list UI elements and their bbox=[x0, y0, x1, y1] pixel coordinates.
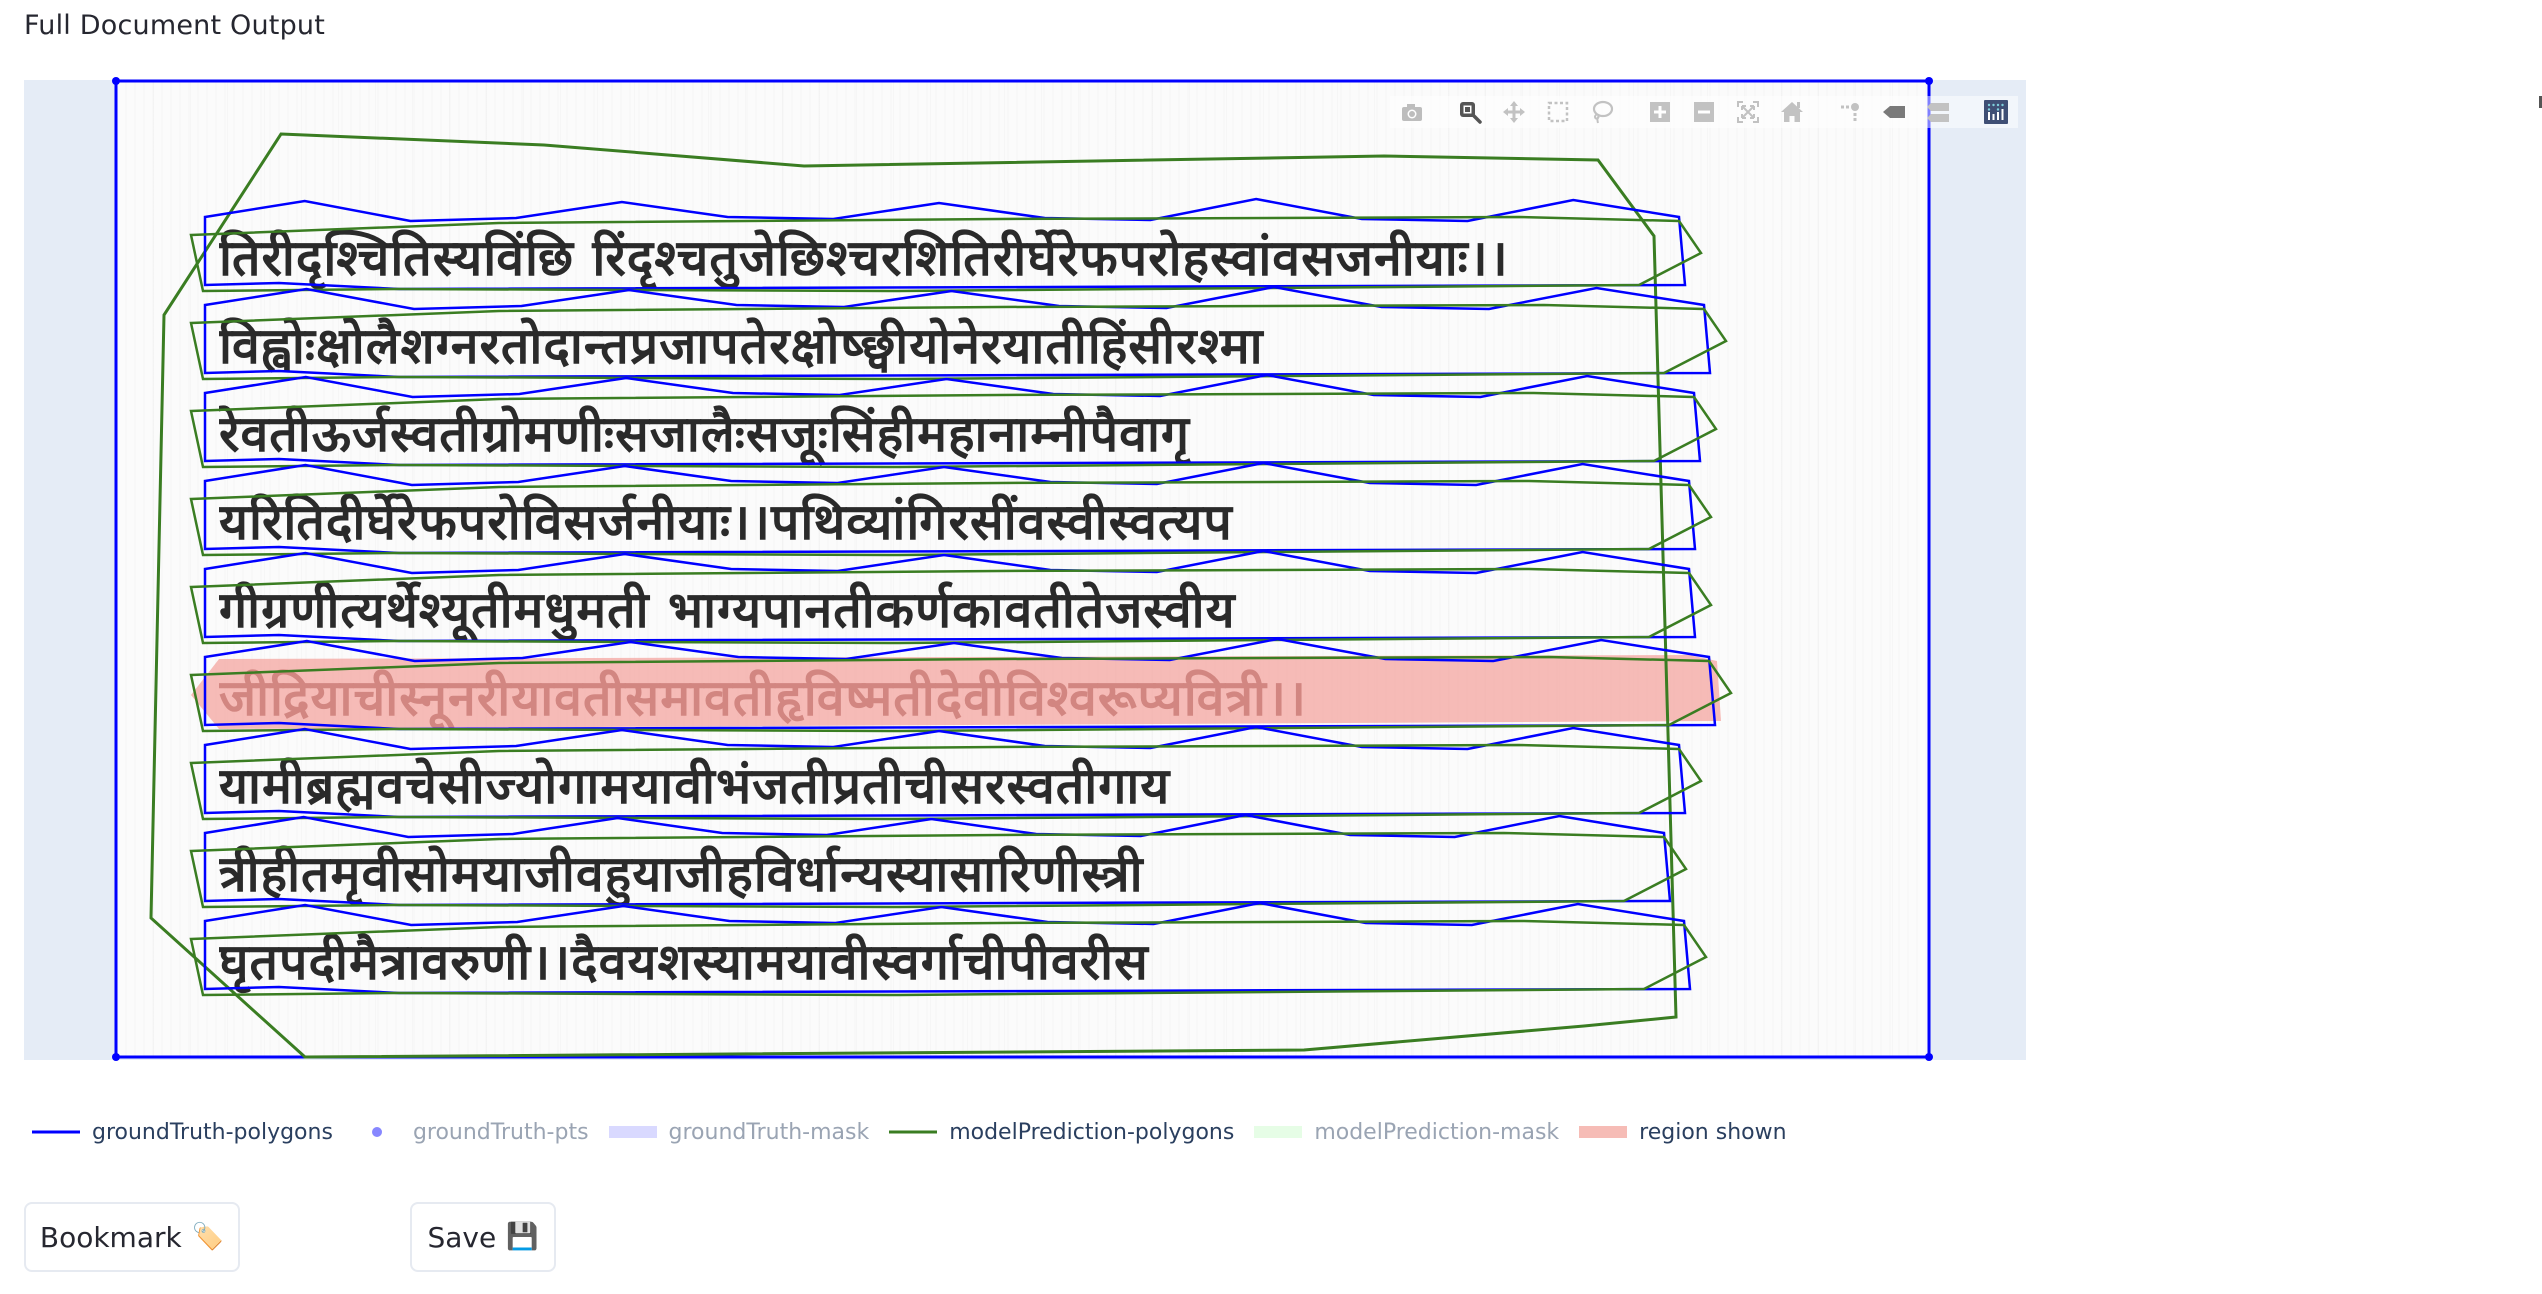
lasso-icon bbox=[1592, 100, 1614, 124]
pan-button[interactable] bbox=[1492, 96, 1536, 128]
autoscale-button[interactable] bbox=[1726, 96, 1770, 128]
polygon-overlay[interactable] bbox=[24, 77, 2026, 1061]
hover-compare-button[interactable] bbox=[1916, 96, 1960, 128]
groundtruth-line-polygon bbox=[203, 813, 1672, 907]
zoom-in-icon bbox=[1650, 102, 1670, 122]
fill-swatch-icon bbox=[1577, 1116, 1629, 1148]
box-select-icon bbox=[1547, 101, 1569, 123]
tag-icon: 🏷️ bbox=[191, 1222, 225, 1252]
legend-label: groundTruth-mask bbox=[668, 1119, 870, 1145]
groundtruth-line-polygon bbox=[203, 373, 1702, 467]
modelprediction-line-polygon bbox=[189, 743, 1703, 821]
modelprediction-line-polygon bbox=[189, 567, 1713, 645]
modelprediction-line-polygon bbox=[189, 391, 1718, 469]
groundtruth-line-polygon bbox=[203, 901, 1692, 995]
legend-item-groundtruth-pts[interactable]: groundTruth-pts bbox=[351, 1116, 589, 1148]
page-title: Full Document Output bbox=[24, 10, 325, 41]
groundtruth-line-polygon bbox=[203, 549, 1697, 643]
pan-icon bbox=[1503, 101, 1525, 123]
hover-closest-button[interactable] bbox=[1872, 96, 1916, 128]
legend-item-groundtruth-mask[interactable]: groundTruth-mask bbox=[607, 1116, 870, 1148]
groundtruth-point bbox=[1925, 1053, 1933, 1061]
zoom-icon bbox=[1460, 102, 1482, 124]
save-button[interactable]: Save 💾 bbox=[410, 1202, 556, 1272]
document-plot[interactable]: तिरीदृश्चितिस्यविंछि रिंदृश्चतुजेछिश्चरश… bbox=[24, 77, 2026, 1061]
fill-swatch-icon bbox=[1252, 1116, 1304, 1148]
zoom-out-icon bbox=[1694, 102, 1714, 122]
save-label: Save bbox=[427, 1220, 497, 1254]
legend-label: modelPrediction-mask bbox=[1314, 1119, 1560, 1145]
modelprediction-line-polygon bbox=[189, 215, 1703, 293]
toggle-spike-lines-button[interactable] bbox=[1828, 96, 1872, 128]
groundtruth-line-polygon bbox=[203, 725, 1687, 819]
plot-modebar bbox=[1390, 96, 2018, 128]
download-plot-button[interactable] bbox=[1390, 96, 1434, 128]
zoom-out-button[interactable] bbox=[1682, 96, 1726, 128]
reset-axes-button[interactable] bbox=[1770, 96, 1814, 128]
modelprediction-line-polygon bbox=[189, 303, 1728, 381]
legend-item-modelprediction-polygons[interactable]: modelPrediction-polygons bbox=[887, 1116, 1234, 1148]
groundtruth-line-polygon bbox=[203, 197, 1687, 291]
modelprediction-line-polygon bbox=[189, 831, 1688, 909]
plot-legend: groundTruth-polygons groundTruth-pts gro… bbox=[30, 1116, 1805, 1148]
hover-closest-icon bbox=[1883, 106, 1905, 118]
legend-item-groundtruth-polygons[interactable]: groundTruth-polygons bbox=[30, 1116, 333, 1148]
groundtruth-point bbox=[1925, 77, 1933, 85]
lasso-select-button[interactable] bbox=[1580, 96, 1624, 128]
legend-label: region shown bbox=[1639, 1119, 1787, 1145]
camera-icon bbox=[1402, 104, 1422, 121]
legend-label: groundTruth-pts bbox=[412, 1119, 589, 1145]
autoscale-icon bbox=[1737, 101, 1759, 123]
legend-item-modelprediction-mask[interactable]: modelPrediction-mask bbox=[1252, 1116, 1559, 1148]
floppy-disk-icon: 💾 bbox=[506, 1222, 539, 1252]
groundtruth-line-polygon bbox=[203, 461, 1697, 555]
groundtruth-point bbox=[112, 77, 120, 85]
legend-label: groundTruth-polygons bbox=[92, 1119, 333, 1145]
line-swatch-icon bbox=[887, 1116, 939, 1148]
groundtruth-line-polygon bbox=[203, 285, 1712, 379]
spike-lines-icon bbox=[1841, 103, 1859, 121]
bookmark-label: Bookmark bbox=[39, 1220, 182, 1254]
hover-compare-icon bbox=[1927, 103, 1949, 122]
marker-swatch-icon bbox=[351, 1116, 403, 1148]
plotly-logo-icon bbox=[1984, 100, 2008, 124]
plotly-logo-link[interactable] bbox=[1974, 96, 2018, 128]
line-swatch-icon bbox=[30, 1116, 82, 1148]
bookmark-button[interactable]: Bookmark 🏷️ bbox=[24, 1202, 240, 1272]
fill-swatch-icon bbox=[607, 1116, 659, 1148]
zoom-in-button[interactable] bbox=[1638, 96, 1682, 128]
legend-label: modelPrediction-polygons bbox=[949, 1119, 1235, 1145]
box-select-button[interactable] bbox=[1536, 96, 1580, 128]
modelprediction-line-polygon bbox=[189, 479, 1713, 557]
groundtruth-point bbox=[112, 1053, 120, 1061]
home-icon bbox=[1781, 102, 1803, 122]
legend-item-region-shown[interactable]: region shown bbox=[1577, 1116, 1787, 1148]
zoom-button[interactable] bbox=[1448, 96, 1492, 128]
modelprediction-line-polygon bbox=[189, 919, 1708, 997]
